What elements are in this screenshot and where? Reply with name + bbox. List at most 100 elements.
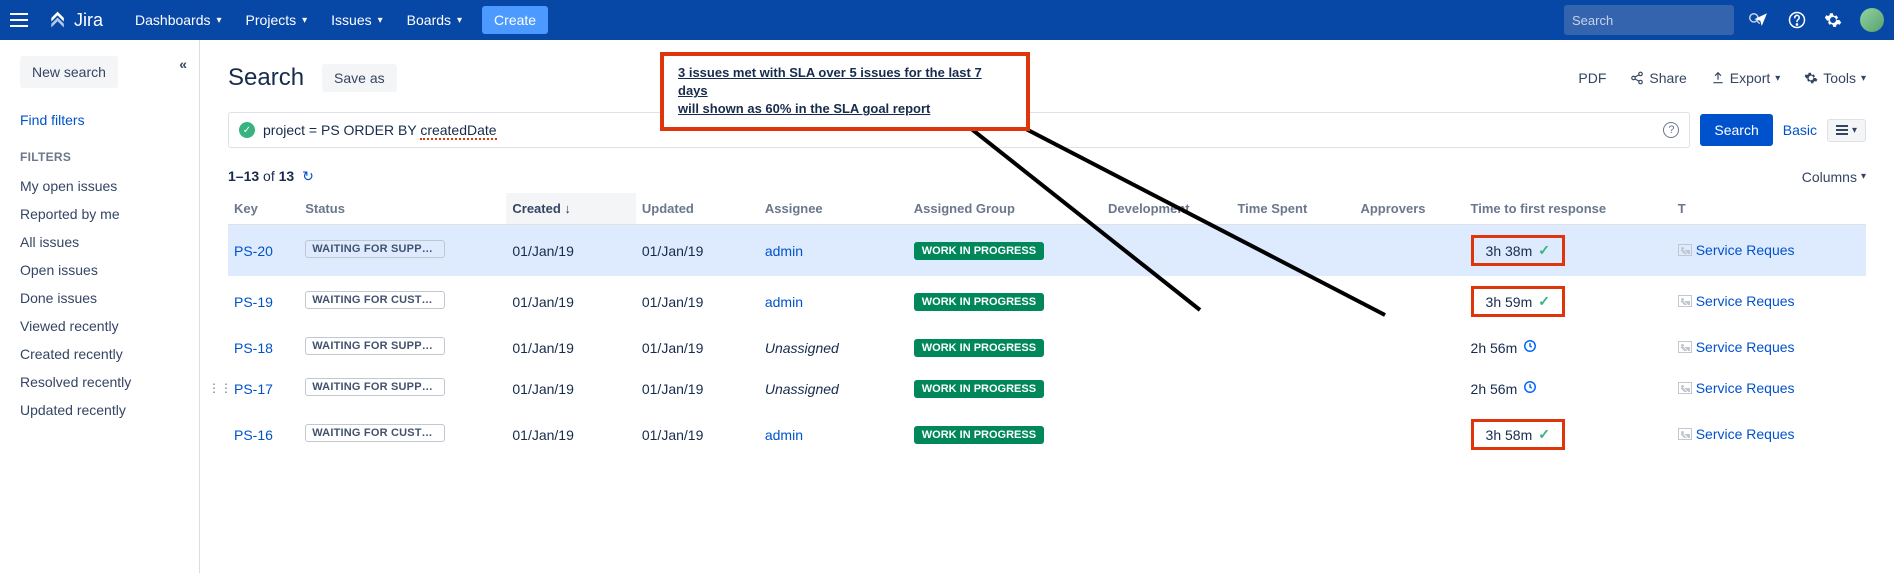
help-icon[interactable] [1788, 11, 1806, 29]
refresh-icon[interactable]: ↻ [302, 168, 314, 184]
save-as-button[interactable]: Save as [322, 64, 397, 92]
sidebar-filter-item[interactable]: Done issues [20, 284, 199, 312]
created-cell: 01/Jan/19 [506, 368, 635, 409]
updated-cell: 01/Jan/19 [636, 409, 759, 460]
issue-type-link[interactable]: Service Reques [1678, 242, 1795, 258]
chevron-down-icon: ▾ [1861, 73, 1866, 84]
user-avatar[interactable] [1860, 8, 1884, 32]
export-icon [1711, 71, 1725, 85]
jql-text: project = PS ORDER BY createdDate [263, 122, 497, 138]
feedback-icon[interactable] [1752, 11, 1770, 29]
sidebar-filter-item[interactable]: Reported by me [20, 200, 199, 228]
sla-cell: 2h 56m [1471, 339, 1538, 356]
col-status[interactable]: Status [299, 193, 506, 225]
issue-key-link[interactable]: PS-16 [234, 427, 273, 443]
sidebar-filter-item[interactable]: All issues [20, 228, 199, 256]
find-filters-link[interactable]: Find filters [20, 112, 199, 128]
col-key[interactable]: Key [228, 193, 299, 225]
sidebar-filter-item[interactable]: Created recently [20, 340, 199, 368]
menu-icon[interactable] [10, 8, 34, 32]
col-type[interactable]: T [1672, 193, 1866, 225]
chevron-down-icon: ▾ [378, 15, 383, 26]
sort-down-icon: ↓ [564, 201, 571, 216]
layout-toggle[interactable]: ▾ [1827, 119, 1866, 142]
sla-cell: 3h 58m ✓ [1471, 419, 1565, 450]
collapse-sidebar-icon[interactable]: « [179, 56, 187, 72]
issue-type-link[interactable]: Service Reques [1678, 380, 1795, 396]
jira-logo[interactable]: Jira [48, 10, 103, 31]
sla-cell: 3h 38m ✓ [1471, 235, 1565, 266]
list-layout-icon [1836, 125, 1848, 135]
issue-type-link[interactable]: Service Reques [1678, 339, 1795, 355]
issue-type-link[interactable]: Service Reques [1678, 426, 1795, 442]
nav-issues[interactable]: Issues▾ [319, 0, 395, 40]
assignee-link[interactable]: admin [765, 243, 803, 259]
issues-table: Key Status Created ↓ Updated Assignee As… [228, 193, 1866, 460]
issue-key-link[interactable]: PS-17 [234, 381, 273, 397]
chevron-down-icon: ▾ [1775, 73, 1780, 84]
basic-mode-link[interactable]: Basic [1783, 122, 1817, 138]
page-title: Search [228, 64, 304, 92]
col-updated[interactable]: Updated [636, 193, 759, 225]
jql-valid-icon: ✓ [239, 122, 255, 138]
col-created[interactable]: Created ↓ [506, 193, 635, 225]
group-lozenge: WORK IN PROGRESS [914, 293, 1044, 311]
group-lozenge: WORK IN PROGRESS [914, 426, 1044, 444]
issue-type-link[interactable]: Service Reques [1678, 293, 1795, 309]
group-lozenge: WORK IN PROGRESS [914, 380, 1044, 398]
table-row[interactable]: PS-18WAITING FOR SUPPORT01/Jan/1901/Jan/… [228, 327, 1866, 368]
chevron-down-icon: ▾ [302, 15, 307, 26]
global-search[interactable] [1564, 5, 1734, 35]
status-lozenge: WAITING FOR SUPPORT [305, 337, 445, 355]
sidebar-filter-item[interactable]: Updated recently [20, 396, 199, 424]
jql-help-icon[interactable]: ? [1663, 122, 1679, 138]
table-row[interactable]: PS-16 WAITING FOR CUSTOM... 01/Jan/1901/Ja… [228, 409, 1866, 460]
sidebar-filter-item[interactable]: Resolved recently [20, 368, 199, 396]
main-content: 3 issues met with SLA over 5 issues for … [200, 40, 1894, 573]
nav-boards[interactable]: Boards▾ [395, 0, 474, 40]
sla-clock-icon [1523, 380, 1537, 397]
sidebar: « New search Find filters FILTERS My ope… [0, 40, 200, 573]
new-search-button[interactable]: New search [20, 56, 118, 88]
drag-handle-icon[interactable]: ⋮⋮ [208, 381, 232, 395]
nav-projects[interactable]: Projects▾ [234, 0, 320, 40]
tools-action[interactable]: Tools ▾ [1804, 70, 1866, 86]
columns-button[interactable]: Columns ▾ [1802, 169, 1866, 185]
created-cell: 01/Jan/19 [506, 409, 635, 460]
global-search-input[interactable] [1572, 13, 1748, 28]
create-button[interactable]: Create [482, 6, 548, 34]
status-lozenge: WAITING FOR CUSTOM... [305, 424, 445, 442]
issue-key-link[interactable]: PS-19 [234, 294, 273, 310]
col-ttfr[interactable]: Time to first response [1465, 193, 1672, 225]
group-lozenge: WORK IN PROGRESS [914, 242, 1044, 260]
issue-key-link[interactable]: PS-20 [234, 243, 273, 259]
table-row[interactable]: PS-20WAITING FOR SUPPORT01/Jan/1901/Jan/… [228, 225, 1866, 277]
col-assigned-group[interactable]: Assigned Group [908, 193, 1102, 225]
share-action[interactable]: Share [1630, 70, 1686, 86]
results-count: 1–13 of 13 ↻ [228, 168, 314, 185]
settings-icon[interactable] [1824, 11, 1842, 29]
table-row[interactable]: PS-19WAITING FOR CUSTOM...01/Jan/1901/Ja… [228, 276, 1866, 327]
col-time-spent[interactable]: Time Spent [1231, 193, 1354, 225]
sidebar-filter-item[interactable]: Open issues [20, 256, 199, 284]
broken-image-icon [1678, 341, 1692, 353]
nav-dashboards[interactable]: Dashboards▾ [123, 0, 234, 40]
col-development[interactable]: Development [1102, 193, 1231, 225]
col-assignee[interactable]: Assignee [759, 193, 908, 225]
chevron-down-icon: ▾ [1852, 125, 1857, 136]
annotation-callout: 3 issues met with SLA over 5 issues for … [660, 52, 1030, 131]
chevron-down-icon: ▾ [1861, 171, 1866, 182]
assignee-link[interactable]: admin [765, 294, 803, 310]
col-approvers[interactable]: Approvers [1354, 193, 1464, 225]
sidebar-filter-item[interactable]: Viewed recently [20, 312, 199, 340]
export-action[interactable]: Export ▾ [1711, 70, 1781, 86]
table-row[interactable]: ⋮⋮PS-17WAITING FOR SUPPORT01/Jan/1901/Ja… [228, 368, 1866, 409]
pdf-action[interactable]: PDF [1578, 70, 1606, 86]
updated-cell: 01/Jan/19 [636, 368, 759, 409]
issue-key-link[interactable]: PS-18 [234, 340, 273, 356]
assignee-link[interactable]: admin [765, 427, 803, 443]
broken-image-icon [1678, 382, 1692, 394]
search-button[interactable]: Search [1700, 114, 1772, 146]
created-cell: 01/Jan/19 [506, 327, 635, 368]
sidebar-filter-item[interactable]: My open issues [20, 172, 199, 200]
